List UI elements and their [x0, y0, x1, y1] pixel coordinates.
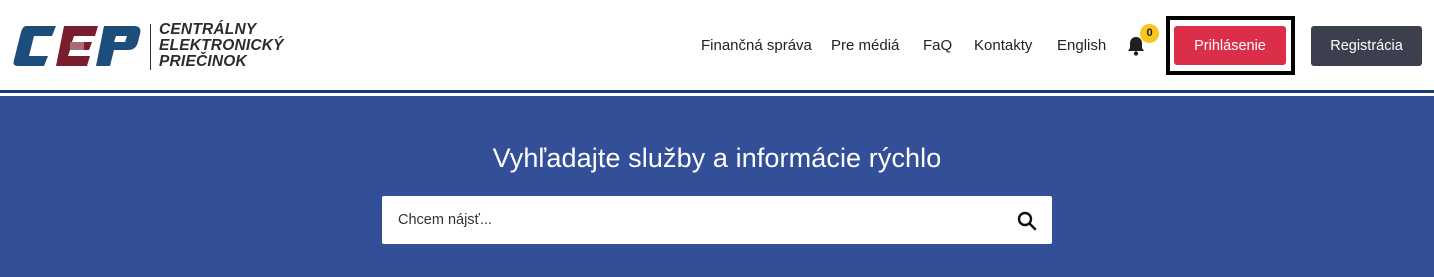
- register-button[interactable]: Registrácia: [1311, 26, 1422, 66]
- login-button[interactable]: Prihlásenie: [1174, 26, 1286, 65]
- nav-item-kontakty[interactable]: Kontakty: [974, 37, 1032, 55]
- nav-item-faq[interactable]: FaQ: [923, 37, 952, 55]
- search-box: [382, 196, 1052, 244]
- cep-logo[interactable]: CENTRÁLNY ELEKTRONICKÝ PRIEČINOK: [12, 22, 284, 72]
- nav-item-pre-media[interactable]: Pre médiá: [831, 37, 899, 55]
- logo-wordmark: CENTRÁLNY ELEKTRONICKÝ PRIEČINOK: [159, 22, 284, 70]
- cep-logo-mark: [13, 26, 141, 66]
- logo-line-3: PRIEČINOK: [159, 53, 247, 70]
- logo-divider: [150, 24, 151, 70]
- logo-line-1: CENTRÁLNY: [159, 21, 257, 38]
- notification-count-badge: 0: [1140, 24, 1159, 43]
- nav-item-financna-sprava[interactable]: Finančná správa: [701, 37, 812, 55]
- hero-title: Vyhľadajte služby a informácie rýchlo: [492, 143, 942, 173]
- search-input[interactable]: [382, 196, 1002, 244]
- logo-line-2: ELEKTRONICKÝ: [159, 37, 284, 54]
- search-hero: Vyhľadajte služby a informácie rýchlo: [0, 96, 1434, 277]
- search-icon[interactable]: [1017, 211, 1037, 231]
- nav-item-english[interactable]: English: [1057, 37, 1106, 55]
- site-header: CENTRÁLNY ELEKTRONICKÝ PRIEČINOK Finančn…: [0, 0, 1434, 93]
